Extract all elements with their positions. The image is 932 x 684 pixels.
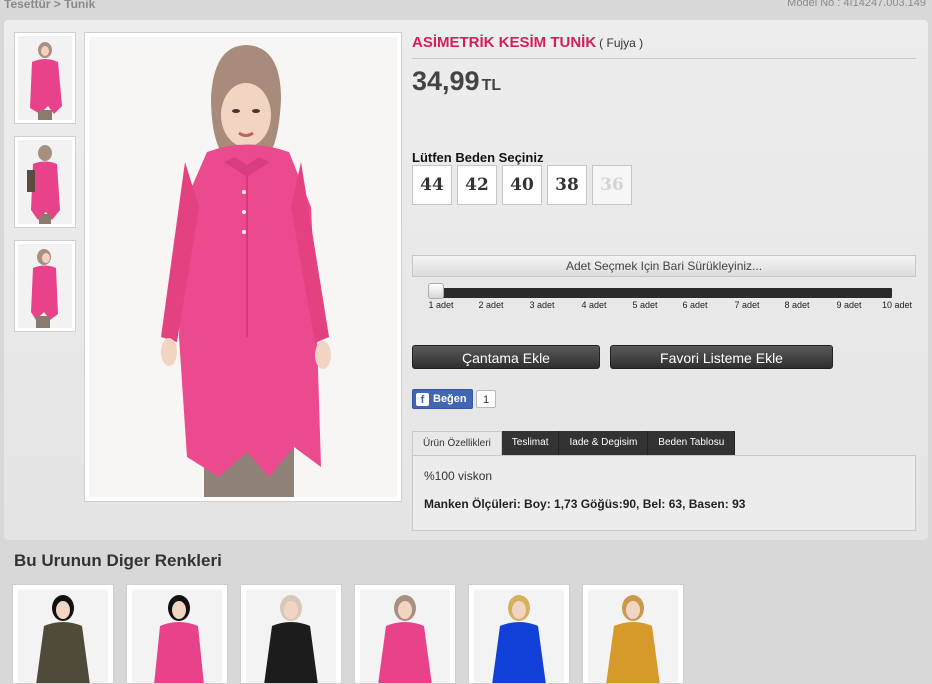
- quantity-tick: 6 adet: [682, 300, 708, 310]
- size-options: 44 42 40 38 36: [412, 165, 632, 205]
- top-bar: Tesettür > Tunik Model No : 4I14247.003.…: [0, 0, 932, 14]
- tab-content-panel: %100 viskon Manken Ölçüleri: Boy: 1,73 G…: [412, 455, 916, 531]
- color-variant-photo: [246, 590, 336, 683]
- quantity-ticks: 1 adet 2 adet 3 adet 4 adet 5 adet 6 ade…: [412, 300, 916, 312]
- facebook-like-button[interactable]: f Beğen: [412, 389, 473, 409]
- like-count: 1: [476, 390, 497, 408]
- tab-delivery[interactable]: Teslimat: [501, 431, 560, 455]
- product-title: ASİMETRİK KESİM TUNİK: [412, 34, 597, 51]
- quantity-tick: 4 adet: [581, 300, 607, 310]
- color-variant-photo: [474, 590, 564, 683]
- product-photo: [18, 244, 72, 328]
- size-option-44[interactable]: 44: [412, 165, 452, 205]
- product-thumbnail-2[interactable]: [14, 136, 76, 228]
- size-option-42[interactable]: 42: [457, 165, 497, 205]
- quantity-tick: 3 adet: [529, 300, 555, 310]
- size-option-36-unavailable: 36: [592, 165, 632, 205]
- color-variant-photo: [360, 590, 450, 683]
- add-to-bag-button[interactable]: Çantama Ekle: [412, 345, 600, 369]
- price-currency: TL: [481, 77, 502, 94]
- like-label: Beğen: [433, 393, 467, 405]
- product-photo: [18, 140, 72, 224]
- product-photo: [89, 37, 397, 497]
- model-measurements: Manken Ölçüleri: Boy: 1,73 Göğüs:90, Bel…: [424, 497, 746, 511]
- color-variant-photo: [132, 590, 222, 683]
- quantity-tick: 2 adet: [478, 300, 504, 310]
- product-title-row: ASİMETRİK KESİM TUNİK( Fujya ): [412, 34, 916, 59]
- tab-size-chart[interactable]: Beden Tablosu: [648, 431, 736, 455]
- quantity-tick: 7 adet: [734, 300, 760, 310]
- product-thumbnail-3[interactable]: [14, 240, 76, 332]
- quantity-tick: 10 adet: [881, 300, 913, 310]
- other-colors-title: Bu Urunun Diger Renkleri: [14, 551, 222, 570]
- product-photo: [18, 36, 72, 120]
- product-price: 34,99 TL: [412, 66, 501, 97]
- main-product-image[interactable]: [84, 32, 402, 502]
- color-variant-photo: [588, 590, 678, 683]
- tab-return-exchange[interactable]: Iade & Degisim: [559, 431, 649, 455]
- model-number: Model No : 4I14247.003.149: [787, 0, 926, 9]
- fabric-composition: %100 viskon: [424, 469, 493, 483]
- tab-product-features[interactable]: Ürün Özellikleri: [412, 431, 502, 455]
- price-value: 34,99: [412, 66, 480, 96]
- quantity-slider-label: Adet Seçmek Için Bari Sürükleyiniz...: [412, 255, 916, 277]
- color-variant-4[interactable]: [354, 584, 456, 684]
- quantity-tick: 1 adet: [428, 300, 454, 310]
- color-variant-5[interactable]: [468, 584, 570, 684]
- add-to-favorites-button[interactable]: Favori Listeme Ekle: [610, 345, 833, 369]
- product-thumbnail-1[interactable]: [14, 32, 76, 124]
- color-variant-3[interactable]: [240, 584, 342, 684]
- quantity-tick: 9 adet: [836, 300, 862, 310]
- brand-name[interactable]: ( Fujya ): [599, 36, 643, 50]
- quantity-tick: 5 adet: [632, 300, 658, 310]
- quantity-tick: 8 adet: [784, 300, 810, 310]
- color-variant-2[interactable]: [126, 584, 228, 684]
- quantity-slider-handle[interactable]: [428, 283, 444, 299]
- quantity-slider-track[interactable]: [430, 288, 892, 298]
- color-variant-6[interactable]: [582, 584, 684, 684]
- size-option-38[interactable]: 38: [547, 165, 587, 205]
- color-variant-1[interactable]: [12, 584, 114, 684]
- size-option-40[interactable]: 40: [502, 165, 542, 205]
- color-variant-photo: [18, 590, 108, 683]
- facebook-icon: f: [416, 392, 429, 406]
- size-selection-label: Lütfen Beden Seçiniz: [412, 150, 544, 165]
- product-info-tabs: Ürün Özellikleri Teslimat Iade & Degisim…: [412, 431, 736, 455]
- breadcrumb[interactable]: Tesettür > Tunik: [4, 0, 95, 11]
